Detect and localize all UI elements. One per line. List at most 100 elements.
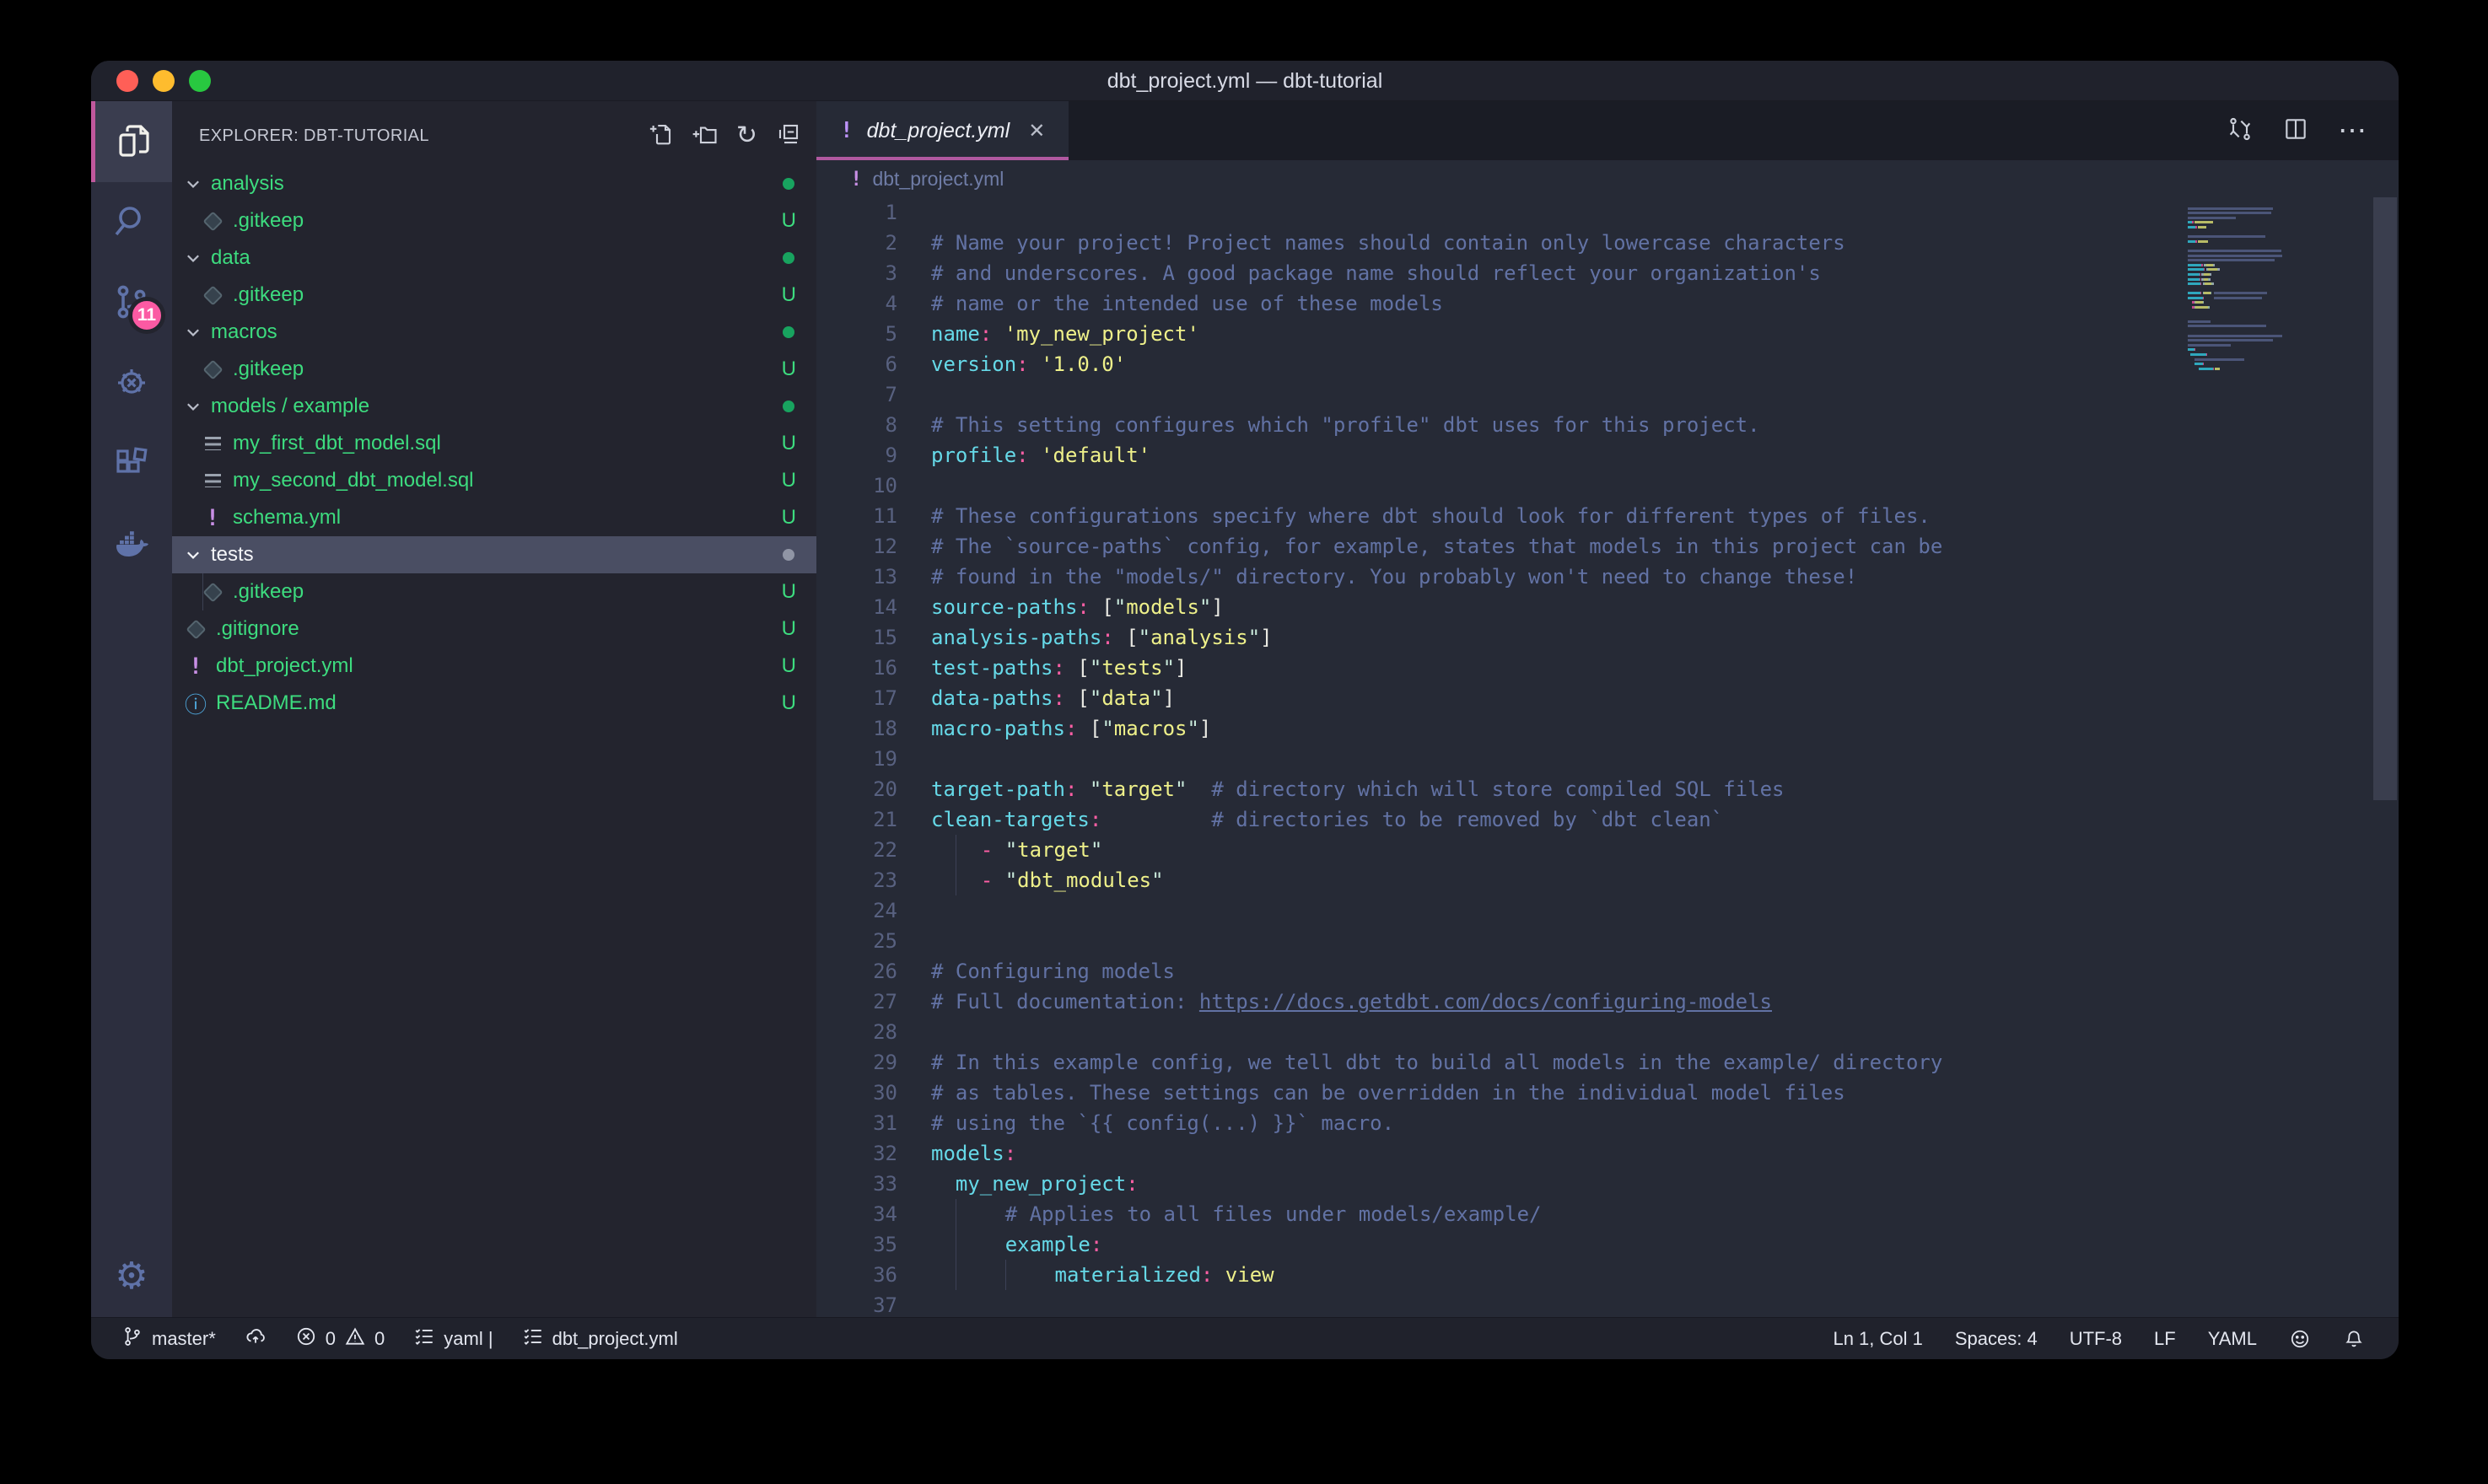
code-line[interactable]: 19: [816, 744, 2399, 774]
code-line[interactable]: 30# as tables. These settings can be ove…: [816, 1078, 2399, 1108]
tree-item--gitkeep[interactable]: .gitkeepU: [172, 202, 816, 239]
code-line[interactable]: 18macro-paths: ["macros"]: [816, 713, 2399, 744]
code-line[interactable]: 2# Name your project! Project names shou…: [816, 228, 2399, 258]
activity-search[interactable]: [91, 182, 172, 263]
close-tab-icon[interactable]: ✕: [1028, 119, 1045, 143]
code-line[interactable]: 37: [816, 1290, 2399, 1317]
line-number: 24: [816, 895, 897, 926]
code-line[interactable]: 23 - "dbt_modules": [816, 865, 2399, 895]
scrollbar-thumb[interactable]: [2373, 197, 2397, 800]
tab-dbt-project-yml[interactable]: ! dbt_project.yml ✕: [816, 101, 1069, 160]
encoding-setting[interactable]: UTF-8: [2070, 1328, 2122, 1350]
code-line[interactable]: 9profile: 'default': [816, 440, 2399, 470]
title-bar: dbt_project.yml — dbt-tutorial: [91, 61, 2399, 101]
code-line[interactable]: 13# found in the "models/" directory. Yo…: [816, 562, 2399, 592]
tree-item-dbt-project-yml[interactable]: !dbt_project.ymlU: [172, 648, 816, 685]
code-editor[interactable]: 12# Name your project! Project names sho…: [816, 197, 2399, 1317]
files-icon: [114, 120, 154, 164]
code-line[interactable]: 5name: 'my_new_project': [816, 319, 2399, 349]
new-folder-button[interactable]: [692, 121, 718, 151]
feedback-smiley-icon[interactable]: [2289, 1328, 2311, 1350]
code-line[interactable]: 25: [816, 926, 2399, 956]
language-mode[interactable]: YAML: [2208, 1328, 2257, 1350]
search-icon: [111, 201, 152, 245]
tree-item-data[interactable]: data: [172, 239, 816, 277]
linter-yaml-status[interactable]: yaml |: [413, 1325, 493, 1352]
code-line[interactable]: 27# Full documentation: https://docs.get…: [816, 987, 2399, 1017]
git-untracked-badge: U: [782, 691, 796, 715]
code-line[interactable]: 22 - "target": [816, 835, 2399, 865]
indentation-setting[interactable]: Spaces: 4: [1955, 1328, 2038, 1350]
code-line[interactable]: 16test-paths: ["tests"]: [816, 653, 2399, 683]
git-branch-status[interactable]: master*: [121, 1325, 216, 1352]
activity-explorer[interactable]: [91, 101, 172, 182]
code-line[interactable]: 12# The `source-paths` config, for examp…: [816, 531, 2399, 562]
tree-item-my-second-dbt-model-sql[interactable]: my_second_dbt_model.sqlU: [172, 462, 816, 499]
code-line[interactable]: 31# using the `{{ config(...) }}` macro.: [816, 1108, 2399, 1138]
line-number: 25: [816, 926, 897, 956]
code-line[interactable]: 35 example:: [816, 1229, 2399, 1260]
activity-extensions[interactable]: [91, 425, 172, 506]
more-actions-button[interactable]: ⋯: [2338, 114, 2368, 148]
tree-item-models-example[interactable]: models / example: [172, 388, 816, 425]
git-untracked-badge: U: [782, 283, 796, 307]
tree-item--gitignore[interactable]: .gitignoreU: [172, 610, 816, 648]
code-line[interactable]: 34 # Applies to all files under models/e…: [816, 1199, 2399, 1229]
tree-item--gitkeep[interactable]: .gitkeepU: [172, 573, 816, 610]
breadcrumb[interactable]: ! dbt_project.yml: [816, 160, 2399, 197]
activity-run-debug[interactable]: [91, 344, 172, 425]
line-number: 12: [816, 531, 897, 562]
code-line[interactable]: 33 my_new_project:: [816, 1169, 2399, 1199]
git-untracked-badge: U: [782, 432, 796, 455]
activity-settings[interactable]: ⚙: [91, 1236, 172, 1317]
code-line[interactable]: 10: [816, 470, 2399, 501]
code-line[interactable]: 26# Configuring models: [816, 956, 2399, 987]
new-file-button[interactable]: [649, 121, 674, 151]
code-line[interactable]: 4# name or the intended use of these mod…: [816, 288, 2399, 319]
code-line[interactable]: 36 materialized: view: [816, 1260, 2399, 1290]
code-line[interactable]: 29# In this example config, we tell dbt …: [816, 1047, 2399, 1078]
tree-item-tests[interactable]: tests: [172, 536, 816, 573]
tree-item-schema-yml[interactable]: !schema.ymlU: [172, 499, 816, 536]
tree-item-label: models / example: [211, 395, 369, 418]
tree-item-my-first-dbt-model-sql[interactable]: my_first_dbt_model.sql U: [172, 425, 816, 462]
split-editor-button[interactable]: [2282, 116, 2309, 147]
modified-dot-badge: [783, 252, 794, 264]
sync-changes-button[interactable]: [245, 1325, 267, 1352]
collapse-folders-button[interactable]: [776, 121, 801, 151]
tree-item-macros[interactable]: macros: [172, 314, 816, 351]
code-line[interactable]: 11# These configurations specify where d…: [816, 501, 2399, 531]
code-line[interactable]: 7: [816, 379, 2399, 410]
tree-item-analysis[interactable]: analysis: [172, 165, 816, 202]
tree-item--gitkeep[interactable]: .gitkeepU: [172, 351, 816, 388]
code-line[interactable]: 24: [816, 895, 2399, 926]
line-number: 27: [816, 987, 897, 1017]
tree-item--gitkeep[interactable]: .gitkeepU: [172, 277, 816, 314]
code-line[interactable]: 21clean-targets: # directories to be rem…: [816, 804, 2399, 835]
info-icon: ⓘ: [184, 688, 207, 719]
code-line[interactable]: 14source-paths: ["models"]: [816, 592, 2399, 622]
minimap[interactable]: [2188, 202, 2370, 377]
code-line[interactable]: 17data-paths: ["data"]: [816, 683, 2399, 713]
code-line[interactable]: 6version: '1.0.0': [816, 349, 2399, 379]
docker-icon: [111, 524, 152, 569]
code-line[interactable]: 28: [816, 1017, 2399, 1047]
open-changes-button[interactable]: [2227, 116, 2254, 147]
tree-item-readme-md[interactable]: ⓘREADME.mdU: [172, 685, 816, 722]
eol-setting[interactable]: LF: [2154, 1328, 2176, 1350]
problems-status[interactable]: 0 0: [295, 1325, 385, 1352]
code-line[interactable]: 15analysis-paths: ["analysis"]: [816, 622, 2399, 653]
warning-triangle-icon: [344, 1325, 366, 1352]
refresh-explorer-button[interactable]: ↻: [736, 123, 757, 148]
activity-docker[interactable]: [91, 506, 172, 587]
linter-file-status[interactable]: dbt_project.yml: [522, 1325, 678, 1352]
code-line[interactable]: 3# and underscores. A good package name …: [816, 258, 2399, 288]
code-line[interactable]: 1: [816, 197, 2399, 228]
activity-source-control[interactable]: 11: [91, 263, 172, 344]
code-line[interactable]: 8# This setting configures which "profil…: [816, 410, 2399, 440]
notifications-bell-icon[interactable]: [2343, 1328, 2365, 1350]
tree-item-label: my_first_dbt_model.sql: [233, 432, 441, 455]
cursor-position[interactable]: Ln 1, Col 1: [1833, 1328, 1922, 1350]
code-line[interactable]: 20target-path: "target" # directory whic…: [816, 774, 2399, 804]
code-line[interactable]: 32models:: [816, 1138, 2399, 1169]
